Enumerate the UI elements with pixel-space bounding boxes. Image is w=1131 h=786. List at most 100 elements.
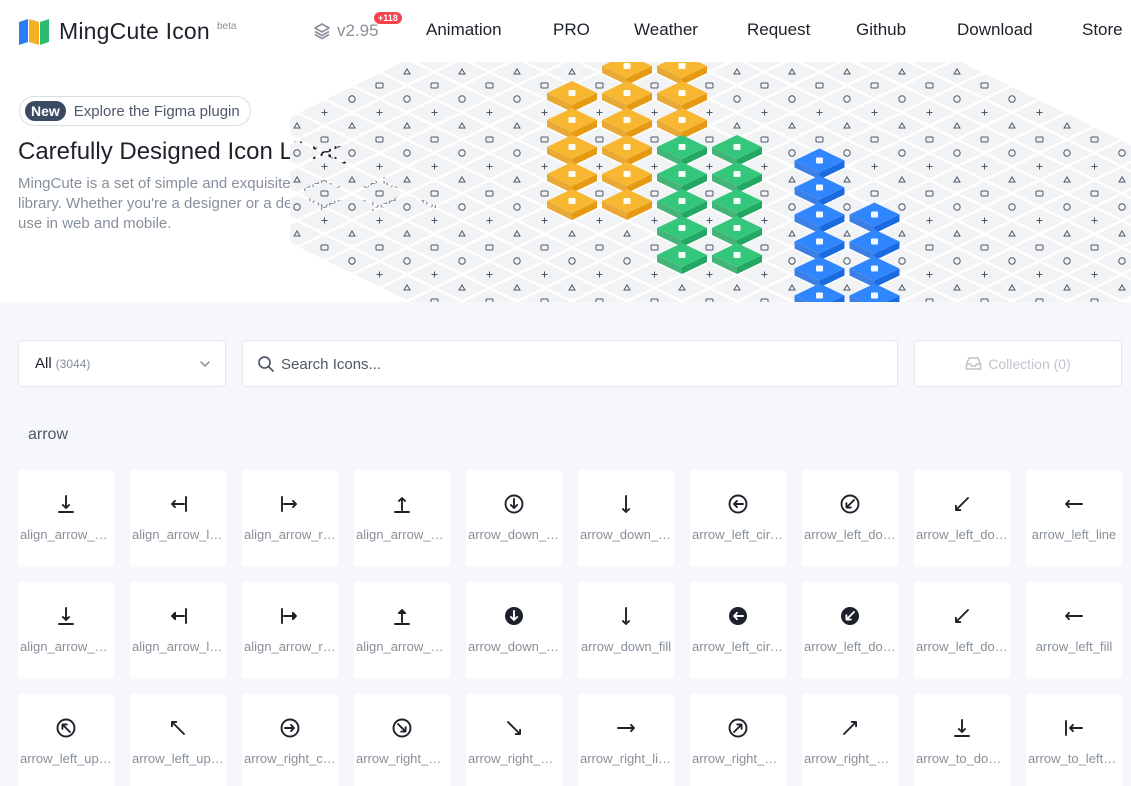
version-button[interactable]: v2.95 bbox=[313, 21, 379, 41]
arrow-left-icon bbox=[1065, 499, 1083, 509]
icon-label: arrow_left_circle_line bbox=[692, 527, 784, 542]
align-arrow-down-icon bbox=[58, 607, 74, 625]
arrow-left-up-circle-icon bbox=[56, 718, 76, 738]
icon-card[interactable]: align_arrow_up_line bbox=[354, 470, 450, 566]
icon-label: arrow_left_down_fill bbox=[916, 639, 1008, 654]
category-select[interactable]: All (3044) bbox=[18, 340, 226, 387]
nav-animation[interactable]: Animation bbox=[426, 20, 502, 40]
icon-card[interactable]: arrow_down_circle_fill bbox=[466, 582, 562, 678]
search-box[interactable] bbox=[242, 340, 898, 387]
icon-label: align_arrow_left_fill bbox=[132, 639, 224, 654]
icon-card[interactable]: arrow_down_line bbox=[578, 470, 674, 566]
beta-label: beta bbox=[217, 21, 237, 32]
icon-label: align_arrow_left_line bbox=[132, 527, 224, 542]
icon-card[interactable]: arrow_left_circle_line bbox=[690, 470, 786, 566]
icon-label: arrow_left_up_line bbox=[132, 751, 224, 766]
arrow-right-down-icon bbox=[507, 721, 522, 736]
category-selected: All bbox=[35, 355, 52, 372]
icon-card[interactable]: align_arrow_up_fill bbox=[354, 582, 450, 678]
nav-request[interactable]: Request bbox=[747, 20, 810, 40]
icon-card[interactable]: arrow_right_line bbox=[578, 694, 674, 786]
icon-card[interactable]: align_arrow_left_fill bbox=[130, 582, 226, 678]
arrow-down-icon bbox=[621, 607, 631, 625]
logo-link[interactable]: MingCute Icon bbox=[19, 18, 210, 45]
collection-button[interactable]: Collection (0) bbox=[914, 340, 1122, 387]
icon-card[interactable]: align_arrow_down_fill bbox=[18, 582, 114, 678]
inbox-icon bbox=[966, 357, 982, 370]
arrow-right-down-circle-icon bbox=[392, 718, 412, 738]
icon-card[interactable]: arrow_left_line bbox=[1026, 470, 1122, 566]
icon-label: arrow_right_up_line bbox=[804, 751, 896, 766]
figma-plugin-link[interactable]: New Explore the Figma plugin bbox=[19, 96, 251, 126]
arrow-left-down-icon bbox=[954, 609, 969, 624]
arrow-down-icon bbox=[621, 495, 631, 513]
isometric-icon-grid-illustration bbox=[290, 62, 1131, 302]
icon-label: arrow_to_left_line bbox=[1028, 751, 1120, 766]
icon-label: arrow_down_fill bbox=[580, 639, 672, 654]
arrow-left-circle-icon bbox=[728, 494, 748, 514]
icon-label: arrow_right_down_circle_line bbox=[356, 751, 448, 766]
icon-card[interactable]: arrow_down_fill bbox=[578, 582, 674, 678]
icon-card[interactable]: align_arrow_down_line bbox=[18, 470, 114, 566]
icon-card[interactable]: align_arrow_left_line bbox=[130, 470, 226, 566]
icon-label: arrow_left_down_line bbox=[916, 527, 1008, 542]
nav-weather[interactable]: Weather bbox=[634, 20, 698, 40]
arrow-right-icon bbox=[617, 723, 635, 733]
align-arrow-up-icon bbox=[394, 609, 410, 625]
icon-card[interactable]: arrow_left_up_circle_line bbox=[18, 694, 114, 786]
icon-label: arrow_right_line bbox=[580, 751, 672, 766]
icon-card[interactable]: arrow_left_fill bbox=[1026, 582, 1122, 678]
app-name: MingCute Icon bbox=[59, 18, 210, 44]
nav-pro[interactable]: PRO bbox=[553, 20, 590, 40]
icon-card[interactable]: arrow_left_down_fill bbox=[914, 582, 1010, 678]
section-title: arrow bbox=[28, 426, 69, 443]
icon-card[interactable]: arrow_to_down_line bbox=[914, 694, 1010, 786]
arrow-right-up-circle-icon bbox=[728, 718, 748, 738]
category-count: (3044) bbox=[55, 356, 91, 371]
icon-card[interactable]: arrow_right_down_circle_line bbox=[354, 694, 450, 786]
nav-download[interactable]: Download bbox=[957, 20, 1033, 40]
icon-card[interactable]: align_arrow_right_fill bbox=[242, 582, 338, 678]
mingcute-logo-icon bbox=[19, 18, 49, 45]
nav-github[interactable]: Github bbox=[856, 20, 906, 40]
icon-card[interactable]: arrow_left_circle_fill bbox=[690, 582, 786, 678]
search-input[interactable] bbox=[281, 351, 881, 377]
icon-label: arrow_left_circle_fill bbox=[692, 639, 784, 654]
new-icons-badge: +118 bbox=[374, 12, 402, 24]
arrow-right-circle-icon bbox=[280, 718, 300, 738]
icon-label: align_arrow_right_fill bbox=[244, 639, 336, 654]
icon-label: arrow_right_circle_line bbox=[244, 751, 336, 766]
icon-label: arrow_right_down_line bbox=[468, 751, 560, 766]
icon-label: align_arrow_down_fill bbox=[20, 639, 112, 654]
icon-label: arrow_down_circle_line bbox=[468, 527, 560, 542]
icon-card[interactable]: arrow_right_up_line bbox=[802, 694, 898, 786]
icon-label: align_arrow_up_line bbox=[356, 527, 448, 542]
arrow-left-down-circle-icon bbox=[841, 607, 859, 625]
icon-card[interactable]: arrow_left_down_circle_line bbox=[802, 470, 898, 566]
align-arrow-left-icon bbox=[171, 608, 187, 624]
icon-card[interactable]: arrow_right_up_circle_line bbox=[690, 694, 786, 786]
icon-card[interactable]: arrow_right_down_line bbox=[466, 694, 562, 786]
align-arrow-left-icon bbox=[171, 496, 187, 512]
icon-card[interactable]: arrow_down_circle_line bbox=[466, 470, 562, 566]
align-arrow-up-icon bbox=[394, 497, 410, 513]
icon-card[interactable]: align_arrow_right_line bbox=[242, 470, 338, 566]
arrow-down-circle-icon bbox=[505, 607, 523, 625]
align-arrow-down-icon bbox=[58, 495, 74, 513]
nav-store[interactable]: Store bbox=[1082, 20, 1123, 40]
icon-label: arrow_left_line bbox=[1031, 527, 1117, 542]
icon-label: arrow_down_line bbox=[580, 527, 672, 542]
icon-grid: align_arrow_down_line align_arrow_left_li… bbox=[18, 470, 1122, 786]
icon-card[interactable]: arrow_right_circle_line bbox=[242, 694, 338, 786]
icon-card[interactable]: arrow_left_up_line bbox=[130, 694, 226, 786]
hero-banner: New Explore the Figma plugin Carefully D… bbox=[0, 62, 1131, 302]
icon-card[interactable]: arrow_left_down_line bbox=[914, 470, 1010, 566]
icon-card[interactable]: arrow_left_down_circle_fill bbox=[802, 582, 898, 678]
icon-label: arrow_left_down_circle_line bbox=[804, 527, 896, 542]
version-label: v2.95 bbox=[337, 21, 379, 40]
icon-card[interactable]: arrow_to_left_line bbox=[1026, 694, 1122, 786]
arrow-to-left-icon bbox=[1065, 720, 1083, 736]
icon-label: align_arrow_right_line bbox=[244, 527, 336, 542]
icon-label: arrow_left_fill bbox=[1035, 639, 1113, 654]
arrow-left-up-icon bbox=[170, 720, 185, 735]
